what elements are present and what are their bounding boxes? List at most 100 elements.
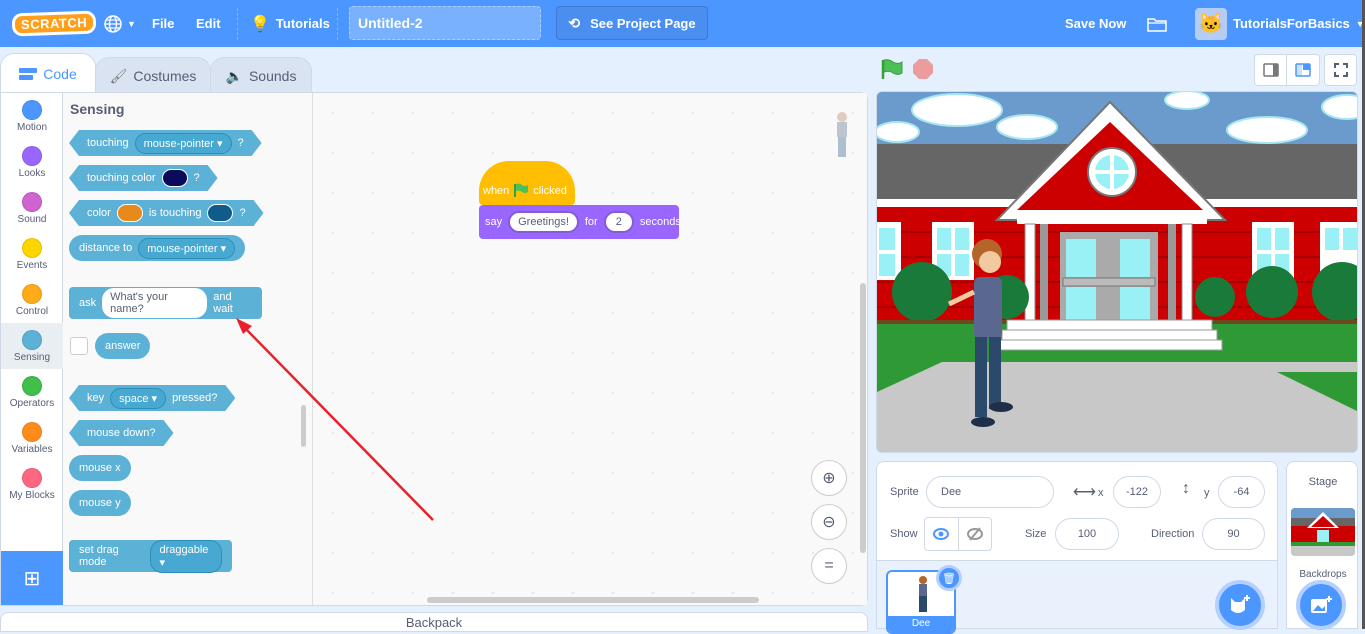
remix-icon: ⟲ — [568, 14, 581, 31]
stop-button[interactable] — [913, 59, 933, 79]
choose-backdrop-button[interactable] — [1296, 580, 1346, 630]
normal-stage-button[interactable] — [1287, 54, 1320, 86]
file-menu[interactable]: File — [152, 0, 174, 47]
vertical-arrows-icon: ↕ — [1182, 480, 1190, 497]
backpack[interactable]: Backpack — [0, 612, 868, 632]
block-when-flag-clicked[interactable]: when clicked — [479, 161, 575, 205]
category-sensing[interactable]: Sensing — [1, 323, 63, 369]
key-dropdown[interactable]: space ▾ — [110, 388, 166, 409]
see-project-page-button[interactable]: ⟲ See Project Page — [556, 6, 708, 40]
category-motion[interactable]: Motion — [1, 93, 63, 139]
workspace-horizontal-scrollbar[interactable] — [427, 597, 759, 603]
category-events[interactable]: Events — [1, 231, 63, 277]
globe-icon — [104, 14, 122, 33]
category-control[interactable]: Control — [1, 277, 63, 323]
category-operators[interactable]: Operators — [1, 369, 63, 415]
show-visible-button[interactable] — [925, 518, 959, 550]
account-menu[interactable]: 🐱 TutorialsForBasics ▼ — [1195, 0, 1365, 47]
block-mouse-down[interactable]: mouse down? — [69, 420, 174, 446]
eye-icon — [933, 528, 950, 540]
block-answer[interactable]: answer — [95, 333, 151, 359]
sprite-watermark-icon — [837, 112, 847, 157]
block-key-pressed[interactable]: key space ▾ pressed? — [69, 385, 235, 411]
menu-bar: SCRATCH ▼ File Edit 💡 Tutorials Untitled… — [0, 0, 1365, 47]
y-position-input[interactable]: -64 — [1218, 476, 1265, 508]
category-label: My Blocks — [9, 489, 55, 501]
zoom-out-icon: ⊖ — [822, 514, 836, 531]
zoom-out-button[interactable]: ⊖ — [811, 504, 847, 540]
tab-label: Code — [43, 66, 77, 82]
folder-icon — [1147, 17, 1167, 32]
zoom-reset-button[interactable]: = — [811, 548, 847, 584]
show-label: Show — [890, 528, 918, 540]
direction-input[interactable]: 90 — [1202, 518, 1265, 550]
project-title-input[interactable]: Untitled-2 — [349, 6, 541, 40]
block-palette: Sensing touching mouse-pointer ▾ ? touch… — [63, 93, 313, 605]
x-position-input[interactable]: -122 — [1113, 476, 1161, 508]
small-stage-button[interactable] — [1254, 54, 1287, 86]
block-ask-and-wait[interactable]: ask What's your name? and wait — [69, 287, 262, 319]
stage-thumbnail[interactable] — [1291, 508, 1355, 556]
delete-sprite-button[interactable]: 🗑 — [936, 565, 962, 591]
color-swatch[interactable] — [162, 169, 188, 187]
show-hidden-button[interactable] — [959, 518, 992, 550]
tab-costumes[interactable]: 🖌 Costumes — [95, 57, 211, 94]
scratch-logo[interactable]: SCRATCH — [11, 0, 97, 47]
block-say-for-seconds[interactable]: say Greetings! for 2 seconds — [479, 205, 681, 239]
save-now-button[interactable]: Save Now — [1065, 0, 1126, 47]
brush-icon: 🖌 — [109, 67, 128, 84]
block-text: pressed? — [172, 392, 218, 404]
block-mouse-y[interactable]: mouse y — [69, 490, 131, 516]
block-mouse-x[interactable]: mouse x — [69, 455, 131, 481]
script-workspace[interactable]: when clicked say Greetings! for 2 second… — [313, 93, 867, 605]
edit-menu[interactable]: Edit — [196, 0, 221, 47]
tutorials-label: Tutorials — [275, 16, 330, 31]
block-text: ask — [79, 297, 97, 309]
events-dot-icon — [22, 237, 42, 258]
touching-dropdown[interactable]: mouse-pointer ▾ — [135, 133, 232, 154]
sprite-name-input[interactable]: Dee — [926, 476, 1054, 508]
caret-down-icon: ▼ — [127, 18, 136, 29]
palette-scrollbar[interactable] — [301, 405, 306, 447]
my-stuff-button[interactable] — [1147, 0, 1167, 47]
avatar: 🐱 — [1195, 7, 1227, 40]
block-text: mouse x — [79, 462, 121, 474]
distance-dropdown[interactable]: mouse-pointer ▾ — [138, 237, 236, 259]
block-distance-to[interactable]: distance to mouse-pointer ▾ — [69, 235, 246, 261]
language-menu[interactable]: ▼ — [103, 0, 136, 47]
say-message-input[interactable]: Greetings! — [508, 211, 579, 233]
block-text: color — [87, 207, 111, 219]
category-sound[interactable]: Sound — [1, 185, 63, 231]
fullscreen-button[interactable] — [1324, 54, 1357, 86]
block-text: seconds — [639, 216, 681, 228]
category-menu: Motion Looks Sound Events Control Sensin… — [1, 93, 63, 605]
block-text: ? — [237, 137, 244, 149]
green-flag-button[interactable] — [880, 58, 904, 80]
drag-mode-dropdown[interactable]: draggable ▾ — [150, 539, 222, 573]
divider — [337, 8, 338, 40]
tutorials-button[interactable]: 💡 Tutorials — [250, 0, 330, 47]
add-extension-icon: ⊞ — [23, 567, 41, 590]
stage-canvas[interactable] — [876, 91, 1358, 453]
category-my-blocks[interactable]: My Blocks — [1, 461, 63, 507]
block-color-is-touching[interactable]: color is touching ? — [69, 200, 264, 226]
choose-sprite-button[interactable] — [1215, 580, 1265, 630]
color-swatch[interactable] — [117, 204, 143, 222]
zoom-in-button[interactable]: ⊕ — [811, 460, 847, 496]
block-touching[interactable]: touching mouse-pointer ▾ ? — [69, 130, 262, 156]
add-extension-button[interactable]: ⊞ — [1, 551, 63, 605]
say-seconds-input[interactable]: 2 — [603, 211, 634, 233]
category-variables[interactable]: Variables — [1, 415, 63, 461]
answer-checkbox[interactable] — [70, 337, 88, 355]
workspace-vertical-scrollbar[interactable] — [860, 283, 866, 553]
stage-title: Stage — [1308, 476, 1338, 488]
block-text: key — [87, 392, 105, 404]
tab-code[interactable]: Code — [0, 53, 96, 94]
block-set-drag-mode[interactable]: set drag mode draggable ▾ — [69, 539, 232, 573]
size-input[interactable]: 100 — [1055, 518, 1119, 550]
ask-input[interactable]: What's your name? — [102, 288, 208, 318]
tab-sounds[interactable]: 🔈 Sounds — [210, 57, 312, 94]
block-touching-color[interactable]: touching color ? — [69, 165, 218, 191]
color-swatch[interactable] — [207, 204, 233, 222]
category-looks[interactable]: Looks — [1, 139, 63, 185]
